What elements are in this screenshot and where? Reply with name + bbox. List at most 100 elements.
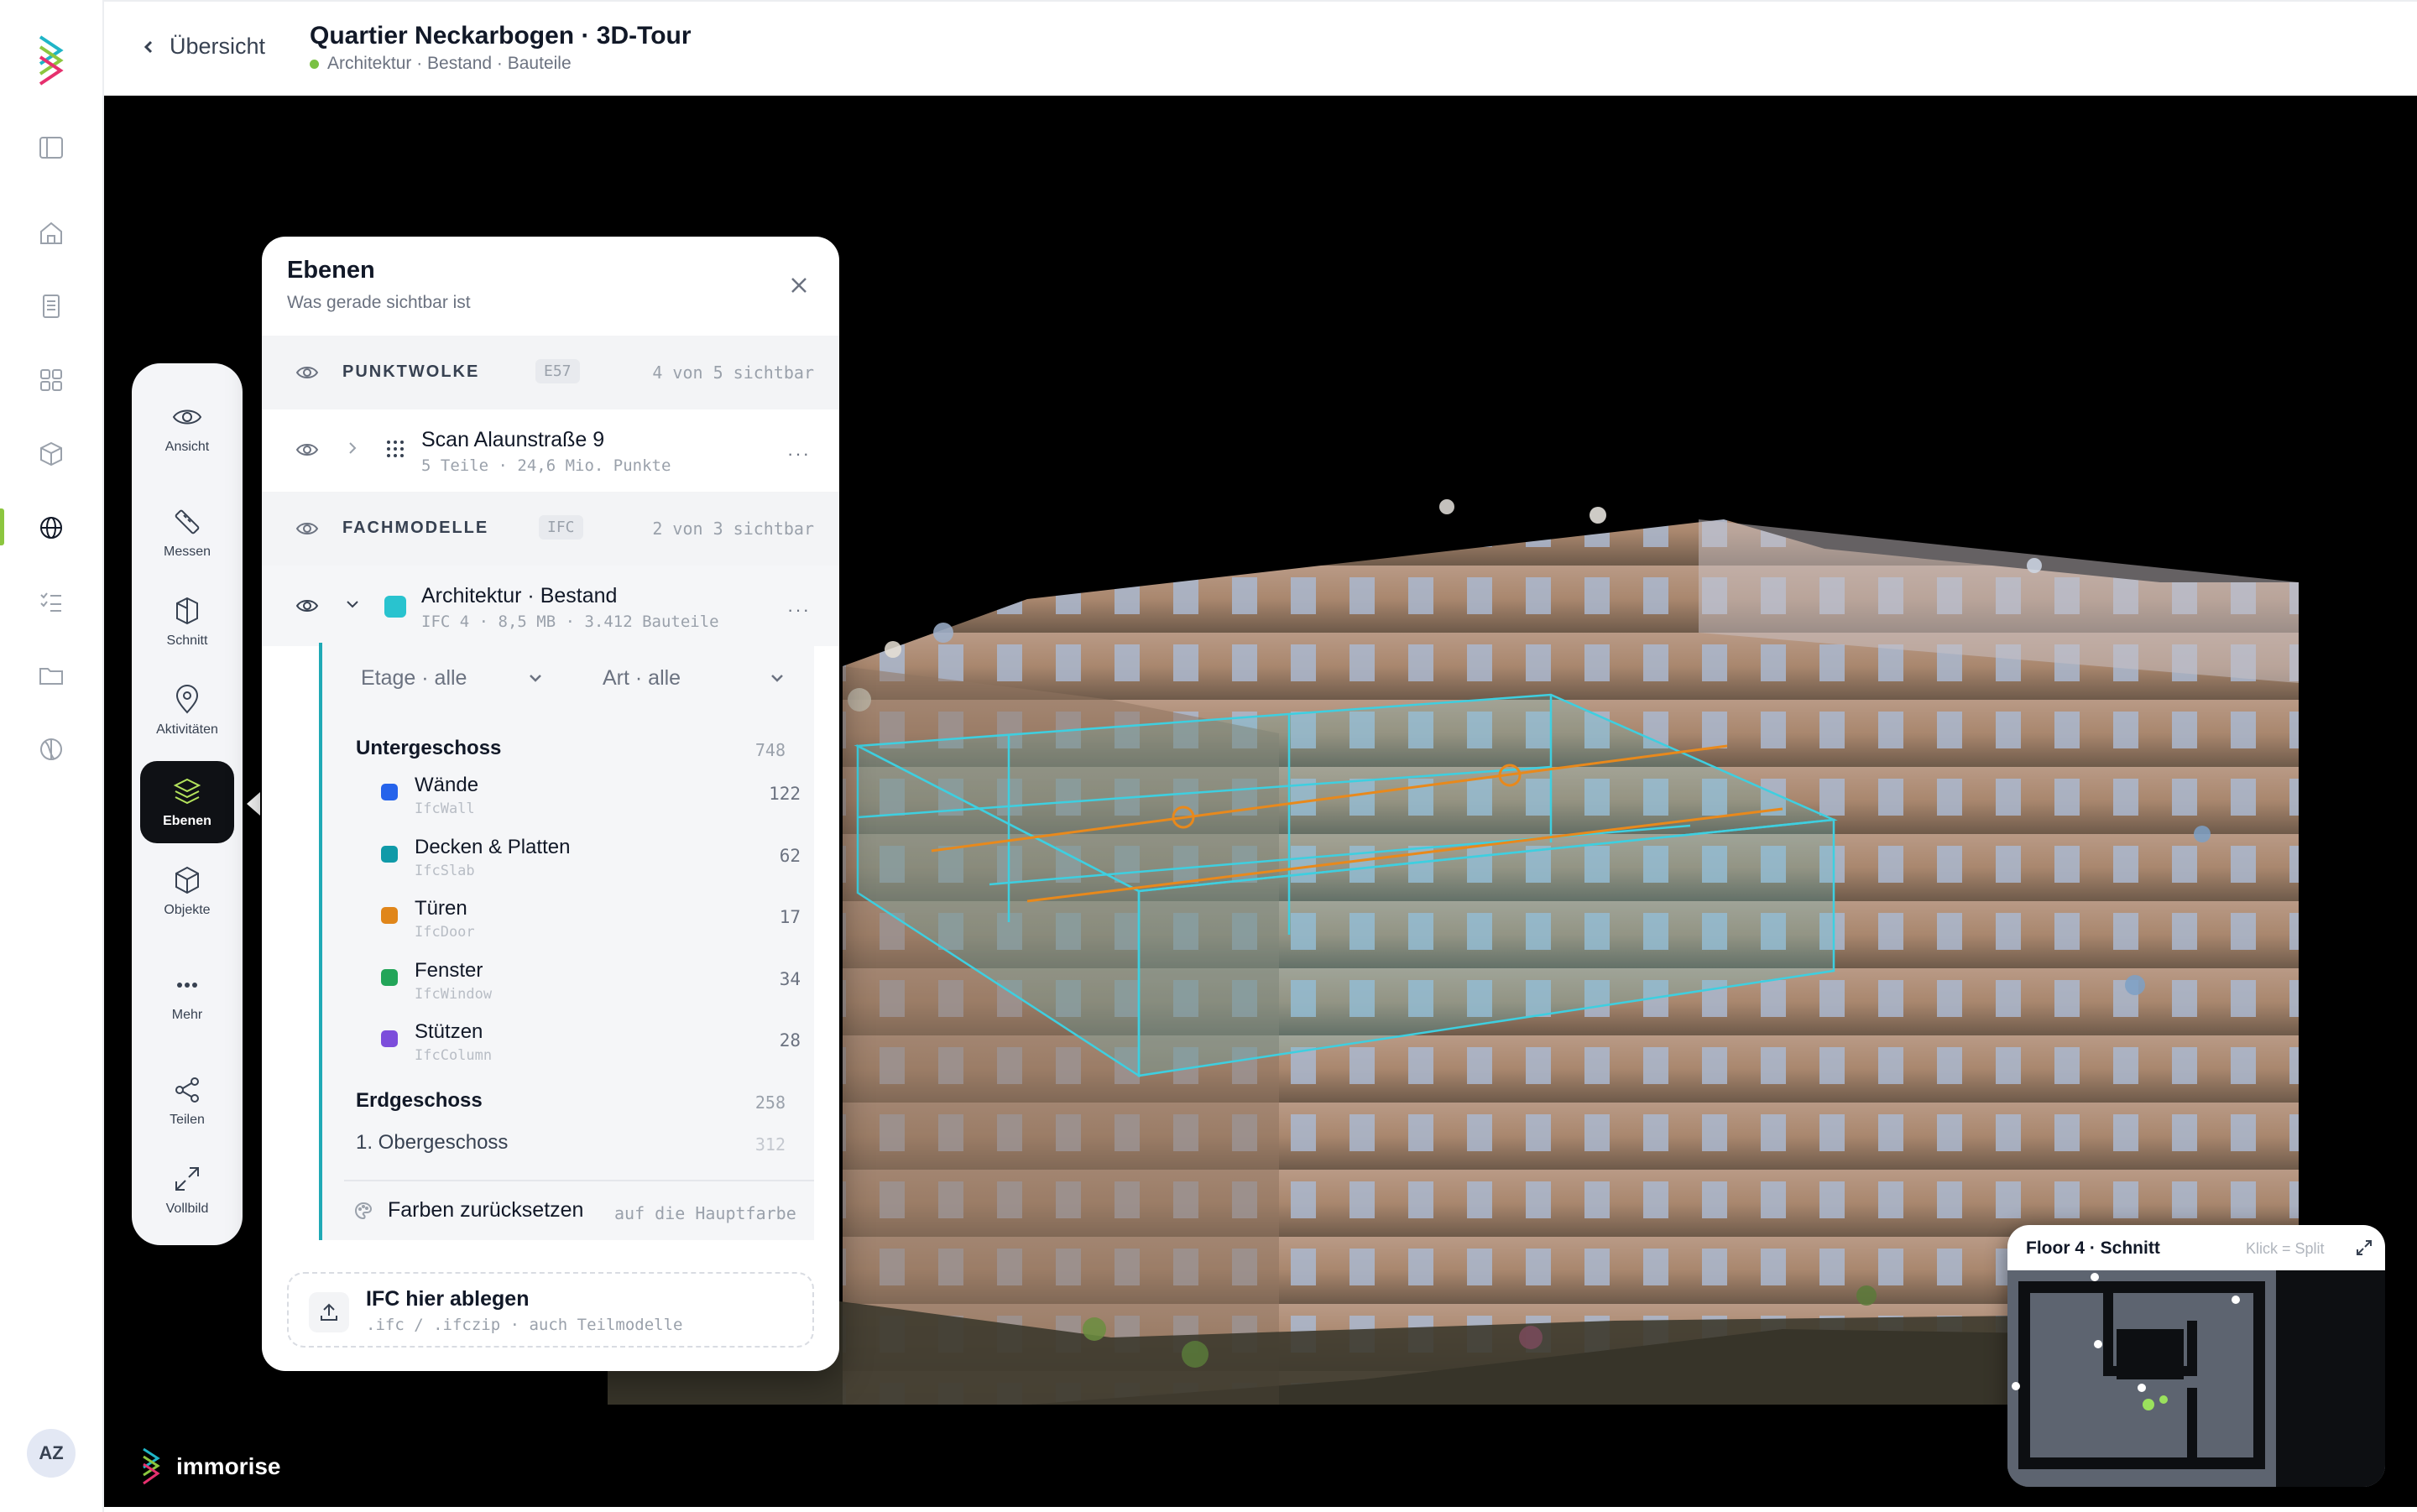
chevron-left-icon	[144, 40, 153, 53]
reset-label: Farben zurücksetzen	[388, 1198, 584, 1222]
ifc-dropzone[interactable]: IFC hier ablegen .ifc / .ifczip · auch T…	[287, 1272, 814, 1348]
dashboard-icon[interactable]	[32, 361, 70, 399]
reset-colors-button[interactable]: Farben zurücksetzen auf die Hauptfarbe	[344, 1180, 814, 1238]
panel-pointer	[247, 792, 260, 816]
tool-messen[interactable]: Messen	[140, 492, 234, 574]
home-icon[interactable]	[32, 214, 70, 253]
back-button[interactable]: Übersicht	[141, 34, 265, 60]
document-icon[interactable]	[32, 287, 70, 326]
model-details: Etage · alle Art · alle Untergeschoss 74…	[319, 643, 814, 1240]
floor-plan-map[interactable]	[2007, 1270, 2385, 1487]
minimap-hint: Klick = Split	[2246, 1240, 2325, 1257]
type-filter[interactable]: Art · alle	[603, 666, 796, 691]
subtitle-text: Architektur · Bestand · Bauteile	[327, 54, 572, 73]
category-row[interactable]: Decken & Platten IfcSlab 62	[381, 836, 801, 886]
tool-label: Ebenen	[163, 814, 211, 828]
app-logo[interactable]	[37, 35, 65, 87]
chevron-down-icon[interactable]	[346, 597, 359, 611]
floor-filter[interactable]: Etage · alle	[361, 666, 546, 691]
more-icon[interactable]: ···	[787, 443, 811, 465]
eye-icon	[172, 409, 202, 425]
planet-icon[interactable]	[32, 730, 70, 769]
tool-label: Ansicht	[164, 440, 210, 454]
tasks-icon[interactable]	[32, 582, 70, 621]
panel-subtitle: Was gerade sichtbar ist	[287, 293, 471, 312]
page-title: Quartier Neckarbogen · 3D-Tour	[310, 22, 692, 50]
back-label: Übersicht	[170, 34, 266, 59]
tool-label: Teilen	[170, 1113, 205, 1127]
objects-icon[interactable]	[32, 435, 70, 473]
category-swatch[interactable]	[381, 784, 398, 800]
floor-label[interactable]: 1. Obergeschoss	[356, 1131, 508, 1155]
category-swatch[interactable]	[381, 969, 398, 986]
tool-vollbild[interactable]: Vollbild	[140, 1149, 234, 1231]
category-row[interactable]: Stützen IfcColumn 28	[381, 1020, 801, 1071]
brand-name: immorise	[176, 1453, 281, 1479]
avatar[interactable]: AZ	[27, 1429, 76, 1478]
category-ifc-class: IfcWindow	[415, 986, 493, 1003]
tool-bar: Ansicht Messen Schnitt Aktivitäten Ebene…	[132, 363, 243, 1245]
sidebar-toggle-icon[interactable]	[32, 128, 70, 167]
category-swatch[interactable]	[381, 907, 398, 924]
tool-ansicht[interactable]: Ansicht	[140, 387, 234, 469]
tool-objekte[interactable]: Objekte	[140, 850, 234, 932]
page-subtitle: Architektur · Bestand · Bauteile	[310, 54, 572, 74]
layers-panel: Ebenen Was gerade sichtbar ist PUNKTWOLK…	[262, 237, 839, 1371]
tool-label: Mehr	[171, 1008, 203, 1022]
tool-teilen[interactable]: Teilen	[140, 1060, 234, 1142]
model-color-swatch[interactable]	[384, 596, 406, 618]
format-tag: E57	[535, 359, 580, 383]
cube-icon	[175, 866, 199, 894]
eye-icon[interactable]	[295, 362, 319, 383]
reset-hint: auf die Hauptfarbe	[614, 1203, 796, 1223]
category-row[interactable]: Fenster IfcWindow 34	[381, 959, 801, 1009]
globe-icon[interactable]	[32, 508, 70, 547]
status-dot	[310, 59, 319, 69]
category-ifc-class: IfcDoor	[415, 924, 475, 941]
chevron-down-icon	[771, 675, 783, 682]
category-name: Fenster	[415, 959, 483, 982]
chevron-right-icon[interactable]	[346, 441, 359, 455]
expand-icon[interactable]	[2355, 1238, 2373, 1257]
more-icon[interactable]: ···	[787, 599, 811, 621]
eye-icon[interactable]	[295, 596, 319, 616]
header: Übersicht Quartier Neckarbogen · 3D-Tour…	[104, 0, 2417, 96]
tool-schnitt[interactable]: Schnitt	[140, 581, 234, 663]
tool-ebenen[interactable]: Ebenen	[140, 761, 234, 843]
section-fachmodelle: FACHMODELLE IFC 2 von 3 sichtbar	[262, 492, 839, 566]
item-name: Scan Alaunstraße 9	[421, 428, 605, 451]
category-count: 34	[779, 969, 801, 989]
panel-title: Ebenen	[287, 257, 375, 284]
category-ifc-class: IfcColumn	[415, 1047, 493, 1064]
category-count: 122	[769, 784, 801, 804]
floor-label[interactable]: Untergeschoss	[356, 737, 501, 760]
category-swatch[interactable]	[381, 846, 398, 863]
tool-aktivitaeten[interactable]: Aktivitäten	[140, 670, 234, 752]
ruler-icon	[175, 509, 200, 534]
eye-icon[interactable]	[295, 440, 319, 460]
close-button[interactable]	[789, 275, 809, 295]
model-item[interactable]: Architektur · Bestand IFC 4 · 8,5 MB · 3…	[262, 566, 839, 646]
category-row[interactable]: Türen IfcDoor 17	[381, 897, 801, 947]
category-ifc-class: IfcSlab	[415, 863, 475, 879]
section-icon	[176, 597, 198, 625]
floor-count: 748	[754, 740, 786, 760]
section-name: FACHMODELLE	[342, 519, 489, 537]
close-icon	[791, 278, 807, 293]
tool-label: Vollbild	[165, 1202, 209, 1216]
category-name: Stützen	[415, 1020, 483, 1043]
layers-icon	[173, 778, 201, 805]
more-icon	[177, 983, 197, 988]
pointcloud-item[interactable]: Scan Alaunstraße 9 5 Teile · 24,6 Mio. P…	[262, 409, 839, 490]
section-name: PUNKTWOLKE	[342, 362, 480, 381]
eye-icon[interactable]	[295, 519, 319, 539]
category-row[interactable]: Wände IfcWall 122	[381, 774, 801, 824]
floor-label[interactable]: Erdgeschoss	[356, 1089, 483, 1113]
item-meta: 5 Teile · 24,6 Mio. Punkte	[421, 456, 671, 475]
category-swatch[interactable]	[381, 1030, 398, 1047]
tool-mehr[interactable]: Mehr	[140, 955, 234, 1037]
dropzone-title: IFC hier ablegen	[366, 1287, 530, 1311]
folder-icon[interactable]	[32, 656, 70, 695]
minimap[interactable]: Floor 4 · Schnitt Klick = Split	[2007, 1225, 2385, 1487]
section-punktwolke: PUNKTWOLKE E57 4 von 5 sichtbar	[262, 336, 839, 409]
